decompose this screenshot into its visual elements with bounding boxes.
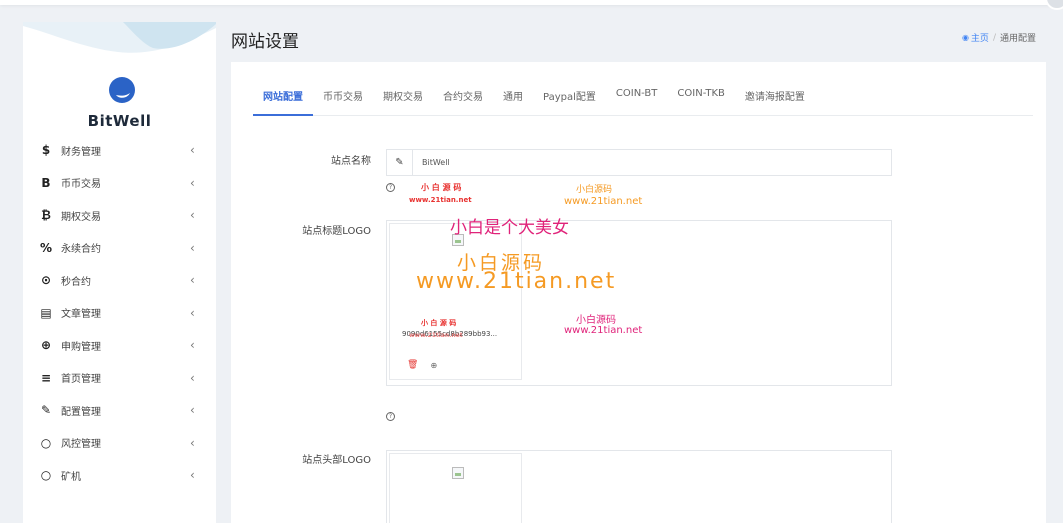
sidebar-item-label: 首页管理 [61,374,101,386]
header-logo-thumbnail [389,453,522,523]
tab-2[interactable]: 期权交易 [373,80,433,116]
sidebar-item-2[interactable]: ₿ 期权交易 ‹ [23,199,216,232]
sidebar-menu: $ 财务管理 ‹ B 币币交易 ‹ ₿ 期权交易 ‹% 永续合约 ‹ ⊙ 秒合约 ‹ ▤ 文章管理 ‹ ⊕ 申购管理… [23,134,216,492]
sidebar-item-7[interactable]: ≡ 首页管理 ‹ [23,362,216,395]
header-logo-upload-area[interactable] [386,450,892,523]
chevron-left-icon: ‹ [190,240,195,255]
sidebar-item-label: 配置管理 [61,406,101,418]
sidebar-item-5[interactable]: ▤ 文章管理 ‹ [23,297,216,330]
sidebar-item-label: 申购管理 [61,341,101,353]
chevron-left-icon: ‹ [190,435,195,450]
brand-name: BitWell [87,112,152,130]
sidebar-item-label: 财务管理 [61,146,101,158]
bars-icon: ≡ [40,370,52,385]
sidebar-item-label: 币币交易 [61,179,101,191]
sidebar-item-label: 矿机 [61,471,81,483]
tachometer-icon: ◉ [961,33,969,42]
chevron-left-icon: ‹ [190,338,195,353]
chevron-left-icon: ‹ [190,403,195,418]
wrench-icon: ✎ [40,403,52,418]
sidebar: BitWell $ 财务管理 ‹ B 币币交易 ‹ ₿ 期权交易 ‹% 永续合约 ‹ ⊙ 秒合约 ‹ ▤ 文章… [23,22,216,523]
title-logo-thumbnail: 9090d6155cd8b289bb93... 🗑 ⊕ [389,223,522,380]
watermark-small-orange-url: www.21tian.net [564,196,643,207]
watermark-mid-pink: 小白源码 [576,315,616,326]
sidebar-item-label: 期权交易 [61,211,101,223]
sidebar-item-label: 文章管理 [61,309,101,321]
sidebar-item-4[interactable]: ⊙ 秒合约 ‹ [23,264,216,297]
help-icon[interactable]: ? [386,412,395,421]
sidebar-wave-decoration [23,22,216,53]
breadcrumb-home-link[interactable]: ◉ 主页 [962,31,989,44]
percent-icon: % [39,240,53,255]
sidebar-item-1[interactable]: B 币币交易 ‹ [23,167,216,200]
dot-circle-icon: ⊙ [40,273,52,288]
top-bar [0,0,1063,5]
watermark-big-title: 小白是个大美女 [450,218,569,238]
sidebar-item-10[interactable]: ○ 矿机 ‹ [23,459,216,492]
site-name-label: 站点名称 [331,156,371,167]
sidebar-item-label: 风控管理 [61,439,101,451]
tab-4[interactable]: 通用 [493,80,533,116]
tab-5[interactable]: Paypal配置 [533,80,606,116]
watermark-mid-pink-url: www.21tian.net [564,325,643,336]
watermark-big-url: www.21tian.net [416,269,617,294]
circle-icon: ○ [40,435,52,450]
watermark-small-red: 小 白 源 码 [421,183,462,192]
circle-icon: ○ [40,468,52,483]
chevron-left-icon: ‹ [190,208,195,223]
tab-7[interactable]: COIN-TKB [667,80,735,116]
zoom-icon[interactable]: ⊕ [430,361,437,370]
chevron-left-icon: ‹ [190,370,195,385]
help-icon[interactable]: ? [386,183,395,192]
title-logo-upload-area[interactable]: 9090d6155cd8b289bb93... 🗑 ⊕ [386,220,892,386]
sidebar-item-6[interactable]: ⊕ 申购管理 ‹ [23,329,216,362]
title-logo-label: 站点标题LOGO [302,226,371,237]
sidebar-item-9[interactable]: ○ 风控管理 ‹ [23,427,216,460]
newspaper-icon: ▤ [40,305,52,320]
settings-card: 网站配置 币币交易 期权交易 合约交易 通用 Paypal配置 COIN-BT COIN-TK… [231,62,1046,523]
header-logo-label: 站点头部LOGO [302,455,371,466]
chevron-left-icon: ‹ [190,305,195,320]
breadcrumb-current: 通用配置 [999,34,1036,44]
tab-8[interactable]: 邀请海报配置 [735,80,815,116]
settings-tabs: 网站配置 币币交易 期权交易 合约交易 通用 Paypal配置 COIN-BT COIN-TK… [253,80,1033,116]
thumbnail-actions: 🗑 ⊕ [407,360,437,370]
sidebar-item-label: 永续合约 [61,244,101,256]
avatar[interactable] [1045,0,1063,10]
tab-3[interactable]: 合约交易 [433,80,493,116]
breadcrumb-separator: / [992,32,996,43]
bitwell-logo-icon [109,77,135,103]
sidebar-item-8[interactable]: ✎ 配置管理 ‹ [23,394,216,427]
tab-0[interactable]: 网站配置 [253,80,313,116]
b-letter-icon: B [41,175,51,190]
chevron-left-icon: ‹ [190,273,195,288]
watermark-small-orange: 小白源码 [576,185,613,195]
chevron-left-icon: ‹ [190,175,195,190]
watermark-small-red-url: www.21tian.net [409,196,472,204]
pencil-icon: ✎ [387,150,413,175]
delete-icon[interactable]: 🗑 [407,360,418,370]
watermark-tiny-red-url: www.21tian.net [409,332,463,339]
dollar-icon: $ [41,143,51,158]
tab-1[interactable]: 币币交易 [313,80,373,116]
watermark-tiny-red: 小 白 源 码 [421,319,457,327]
tab-6[interactable]: COIN-BT [606,80,668,116]
site-name-input-group: ✎ [386,149,892,176]
bitcoin-icon: ₿ [41,208,51,223]
chevron-left-icon: ‹ [190,143,195,158]
chevron-left-icon: ‹ [190,468,195,483]
page-title: 网站设置 [231,32,299,52]
site-name-input[interactable] [413,158,891,167]
sidebar-item-0[interactable]: $ 财务管理 ‹ [23,134,216,167]
breadcrumb-home-label: 主页 [970,34,989,44]
sidebar-item-label: 秒合约 [61,276,91,288]
sidebar-item-3[interactable]: % 永续合约 ‹ [23,232,216,265]
broken-image-icon [452,467,464,479]
life-ring-icon: ⊕ [40,338,52,353]
breadcrumb: ◉ 主页 / 通用配置 [962,31,1036,45]
